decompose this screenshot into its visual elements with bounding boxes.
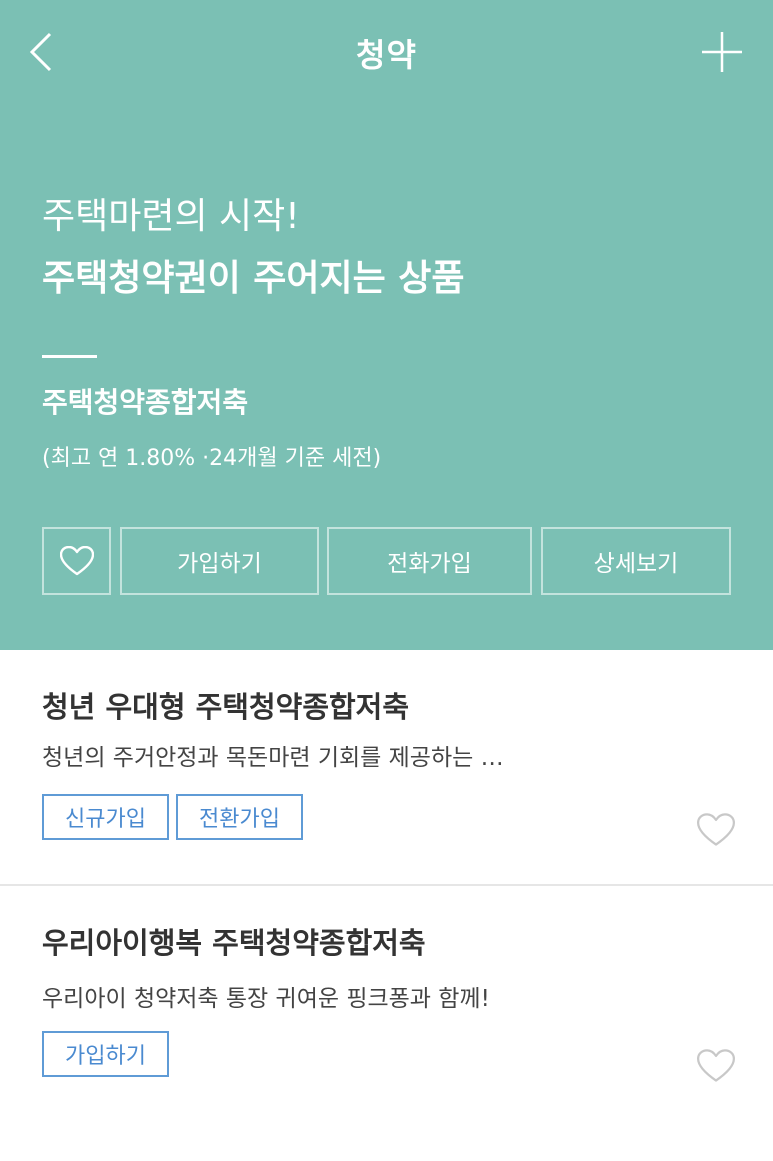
phone-join-button[interactable]: 전화가입 (327, 527, 532, 595)
heart-outline-icon (59, 546, 94, 576)
join-button[interactable]: 가입하기 (120, 527, 319, 595)
favorite-button[interactable] (697, 1049, 735, 1083)
heart-outline-icon (697, 813, 735, 846)
product-name: 주택청약종합저축 (42, 386, 249, 419)
product-hero: 청약 주택마련의 시작! 주택청약권이 주어지는 상품 주택청약종합저축 (최고… (0, 0, 773, 650)
hero-headline: 주택마련의 시작! 주택청약권이 주어지는 상품 (42, 186, 742, 310)
headline-line-1: 주택마련의 시작! (42, 196, 300, 237)
hero-divider (42, 355, 97, 358)
plus-icon (702, 32, 742, 72)
favorite-button[interactable] (42, 527, 111, 595)
switch-join-tag-button[interactable]: 전환가입 (176, 794, 303, 840)
product-card-title: 청년 우대형 주택청약종합저축 (42, 690, 410, 724)
new-join-tag-button[interactable]: 신규가입 (42, 794, 169, 840)
add-button[interactable] (698, 28, 746, 76)
product-card-title: 우리아이행복 주택청약종합저축 (42, 926, 426, 960)
detail-button[interactable]: 상세보기 (541, 527, 731, 595)
join-tag-button[interactable]: 가입하기 (42, 1031, 169, 1077)
product-card-description: 우리아이 청약저축 통장 귀여운 핑크퐁과 함께! (42, 986, 490, 1012)
favorite-button[interactable] (697, 813, 735, 847)
page-title: 청약 (356, 36, 417, 74)
product-card-description: 청년의 주거안정과 목돈마련 기회를 제공하는 … (42, 745, 504, 771)
product-card[interactable]: 청년 우대형 주택청약종합저축 청년의 주거안정과 목돈마련 기회를 제공하는 … (0, 650, 773, 886)
top-bar: 청약 (0, 0, 773, 104)
heart-outline-icon (697, 1049, 735, 1082)
headline-line-2: 주택청약권이 주어지는 상품 (42, 258, 465, 299)
product-card[interactable]: 우리아이행복 주택청약종합저축 우리아이 청약저축 통장 귀여운 핑크퐁과 함께… (0, 886, 773, 1161)
product-rate: (최고 연 1.80% ·24개월 기준 세전) (42, 446, 382, 471)
